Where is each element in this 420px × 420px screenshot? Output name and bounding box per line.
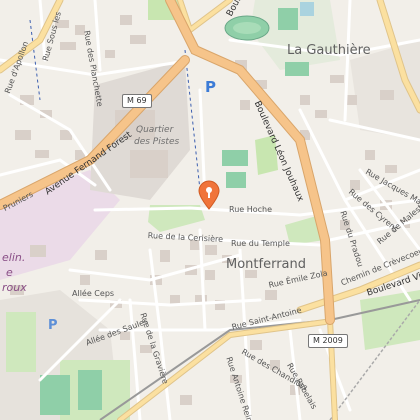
map-canvas: [0, 0, 420, 420]
sports-pitch: [226, 172, 246, 188]
street-label: Allée Ceps: [72, 289, 115, 298]
street-label: Rue du Temple: [231, 239, 290, 248]
map-pin-icon: [198, 180, 220, 210]
sports-pitch: [222, 150, 248, 166]
place-label-partial: elin.: [2, 251, 26, 264]
park: [6, 312, 36, 372]
sports-pitch: [278, 8, 298, 30]
sports-pitch: [40, 375, 70, 415]
route-shield: M 2009: [308, 334, 348, 348]
route-shield: M 69: [122, 94, 152, 108]
quarter-label-line2: des Pistes: [134, 137, 180, 147]
sports-pitch: [285, 62, 309, 76]
stadium-field: [233, 22, 261, 34]
parking-icon: P: [205, 78, 216, 96]
place-label-partial: roux: [2, 281, 27, 294]
pool: [300, 2, 314, 16]
location-marker-pin[interactable]: [197, 180, 221, 210]
quarter-label-line1: Quartier: [136, 125, 174, 135]
district-label: La Gauthière: [287, 43, 371, 58]
place-label-partial: e: [6, 266, 13, 279]
sports-pitch: [78, 370, 102, 410]
map-view[interactable]: La Gauthière Montferrand Quartier des Pi…: [0, 0, 420, 420]
parking-icon: P: [48, 318, 58, 333]
district-label: Montferrand: [226, 257, 306, 272]
street-label: Rue Hoche: [229, 205, 273, 214]
